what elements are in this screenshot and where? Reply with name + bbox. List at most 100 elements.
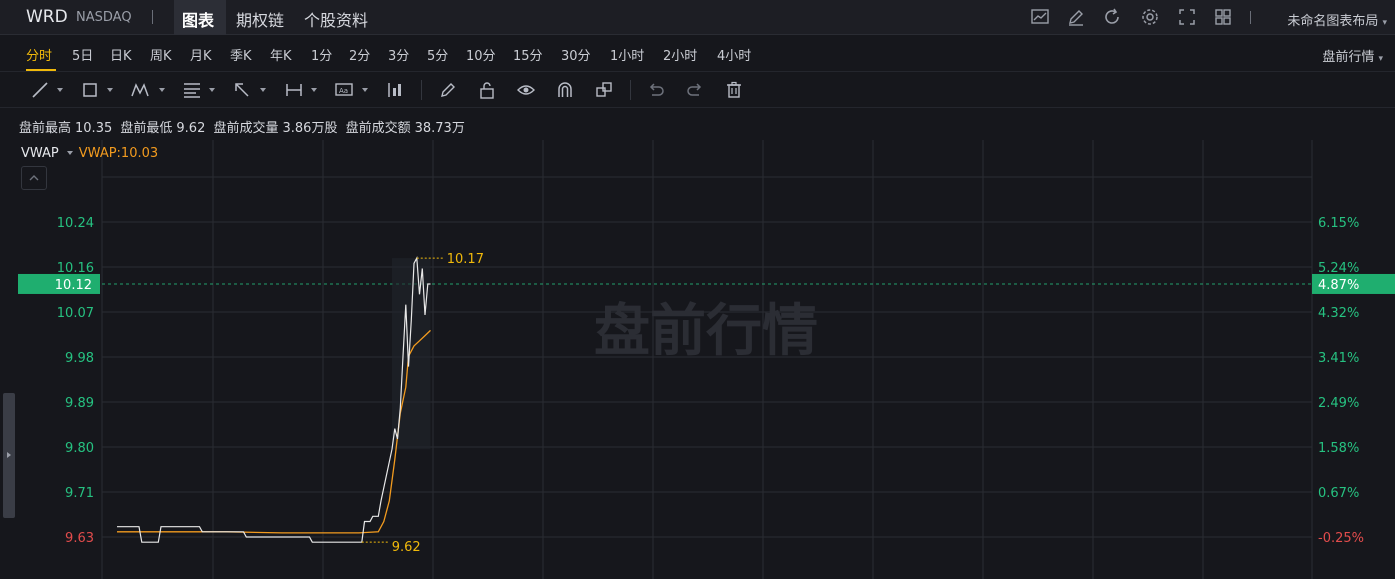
arrow-tool-icon[interactable] [232,80,252,100]
y-tick-left: 9.80 [65,441,94,456]
tf-15min[interactable]: 15分 [513,45,543,64]
fibonacci-tool-icon[interactable] [182,80,202,100]
max-price-label: 10.17 [447,252,484,267]
redo-icon[interactable] [685,80,705,100]
collapse-button[interactable] [21,166,47,190]
tf-4hour[interactable]: 4小时 [717,45,751,64]
tf-1hour[interactable]: 1小时 [610,45,644,64]
tf-year[interactable]: 年K [270,45,292,64]
chevron-down-icon[interactable] [66,151,73,155]
current-pct-label: 4.87% [1318,278,1359,293]
chevron-right-icon [7,452,11,458]
pattern-tool-icon[interactable] [130,80,150,100]
watermark: 盘前行情 [594,299,818,364]
y-tick-right: 5.24% [1318,261,1359,276]
divider [421,80,422,100]
current-price-label: 10.12 [55,278,92,293]
chevron-up-icon [29,175,39,181]
turnover-value: 38.73万 [414,121,465,136]
sidebar-handle[interactable] [3,393,15,518]
y-tick-left: 10.07 [57,306,94,321]
fullscreen-icon[interactable] [1177,7,1197,27]
tf-quarter[interactable]: 季K [230,45,252,64]
indicator-value: VWAP:10.03 [78,146,159,161]
edit-icon[interactable] [1066,7,1086,27]
line-tool-icon[interactable] [30,80,50,100]
y-tick-left: 9.89 [65,396,94,411]
magnet-icon[interactable] [555,80,575,100]
low-value: 9.62 [176,121,206,136]
turnover-label: 盘前成交额 [345,121,411,136]
text-tool-icon[interactable]: Aa [334,80,354,100]
chart-icon[interactable] [1030,7,1050,27]
y-tick-left: 9.71 [65,486,94,501]
chevron-down-icon[interactable] [159,88,165,92]
top-bar: WRD NASDAQ 图表 期权链 个股资料 未命名图表布局 ▾ [0,0,1395,35]
tab-options-chain[interactable]: 期权链 [236,7,284,31]
low-label: 盘前最低 [120,121,173,136]
price-line [117,256,431,543]
tf-2min[interactable]: 2分 [349,45,370,64]
indicator-name: VWAP [21,146,59,161]
min-price-label: 9.62 [392,540,421,555]
tf-30min[interactable]: 30分 [561,45,591,64]
settings-icon[interactable] [1140,7,1160,27]
tf-intraday[interactable]: 分时 [26,45,52,64]
chevron-down-icon[interactable] [57,88,63,92]
tf-day[interactable]: 日K [110,45,132,64]
chevron-down-icon[interactable] [362,88,368,92]
eye-icon[interactable] [516,80,536,100]
tf-5min[interactable]: 5分 [427,45,448,64]
y-tick-right: 2.49% [1318,396,1359,411]
drawing-toolbar: Aa [0,72,1395,108]
measure-tool-icon[interactable] [284,80,304,100]
tf-1min[interactable]: 1分 [311,45,332,64]
undo-icon[interactable] [646,80,666,100]
market-session-selector[interactable]: 盘前行情 ▾ [1322,46,1383,65]
indicator-legend[interactable]: VWAP VWAP:10.03 [21,146,158,161]
y-tick-right: 0.67% [1318,486,1359,501]
refresh-icon[interactable] [1102,7,1122,27]
layout-name: 未命名图表布局 [1287,14,1379,29]
tf-month[interactable]: 月K [190,45,212,64]
pencil-icon[interactable] [438,80,458,100]
indicator-tool-icon[interactable] [386,80,406,100]
y-tick-right: 1.58% [1318,441,1359,456]
y-tick-right: 3.41% [1318,351,1359,366]
vwap-line [117,329,431,534]
tf-2hour[interactable]: 2小时 [663,45,697,64]
y-tick-left: 9.63 [65,531,94,546]
rectangle-tool-icon[interactable] [80,80,100,100]
trash-icon[interactable] [724,80,744,100]
ticker-symbol: WRD [26,7,68,27]
divider [630,80,631,100]
active-tab-underline [26,69,56,71]
timeframe-bar: 分时 5日 日K 周K 月K 季K 年K 1分 2分 3分 5分 10分 15分… [0,35,1395,72]
high-value: 10.35 [75,121,113,136]
tab-chart[interactable]: 图表 [182,7,214,31]
tf-3min[interactable]: 3分 [388,45,409,64]
tf-week[interactable]: 周K [150,45,172,64]
chevron-down-icon[interactable] [107,88,113,92]
volume-value: 3.86万股 [282,121,338,136]
chevron-down-icon[interactable] [260,88,266,92]
high-label: 盘前最高 [19,121,72,136]
price-chart[interactable]: 盘前行情 10.24 10.16 10.07 9.98 9.89 9.80 9.71 9.63 6… [0,140,1395,579]
layout-selector[interactable]: 未命名图表布局 ▾ [1287,10,1387,29]
tf-10min[interactable]: 10分 [466,45,496,64]
tab-stock-profile[interactable]: 个股资料 [304,7,368,31]
y-tick-left: 10.24 [57,216,94,231]
y-tick-left: 10.16 [57,261,94,276]
chevron-down-icon[interactable] [209,88,215,92]
spike-shade [392,258,431,450]
chevron-down-icon: ▾ [1382,18,1387,28]
chevron-down-icon: ▾ [1378,54,1383,64]
tf-5day[interactable]: 5日 [72,45,93,64]
y-tick-right: -0.25% [1318,531,1364,546]
exchange-label: NASDAQ [76,10,132,25]
unlock-icon[interactable] [477,80,497,100]
copy-icon[interactable] [594,80,614,100]
y-tick-left: 9.98 [65,351,94,366]
chevron-down-icon[interactable] [311,88,317,92]
grid-layout-icon[interactable] [1213,7,1233,27]
